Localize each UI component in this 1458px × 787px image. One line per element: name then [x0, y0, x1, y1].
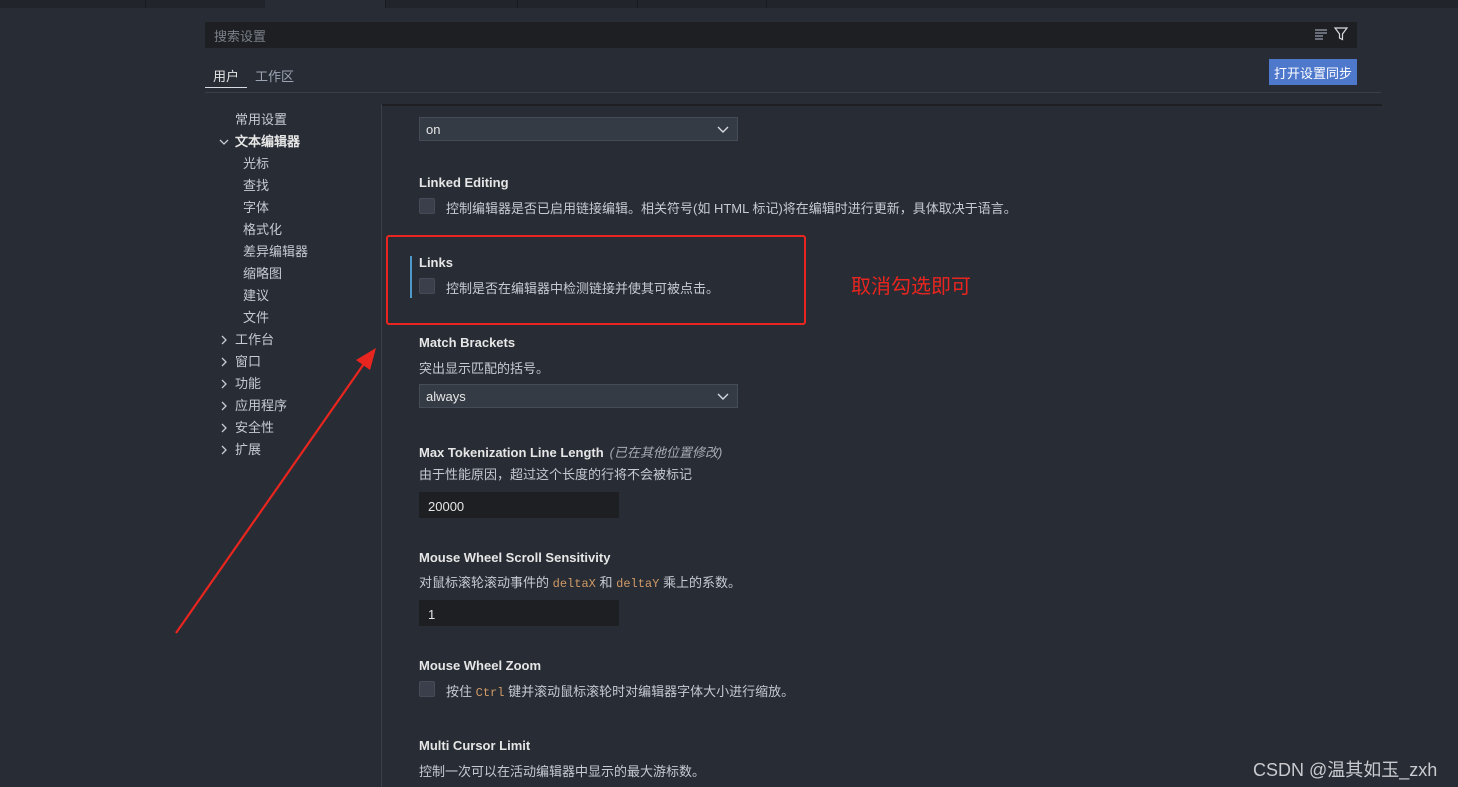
watermark: CSDN @温其如玉_zxh — [1253, 760, 1438, 780]
annotation-arrow-icon — [175, 348, 376, 634]
